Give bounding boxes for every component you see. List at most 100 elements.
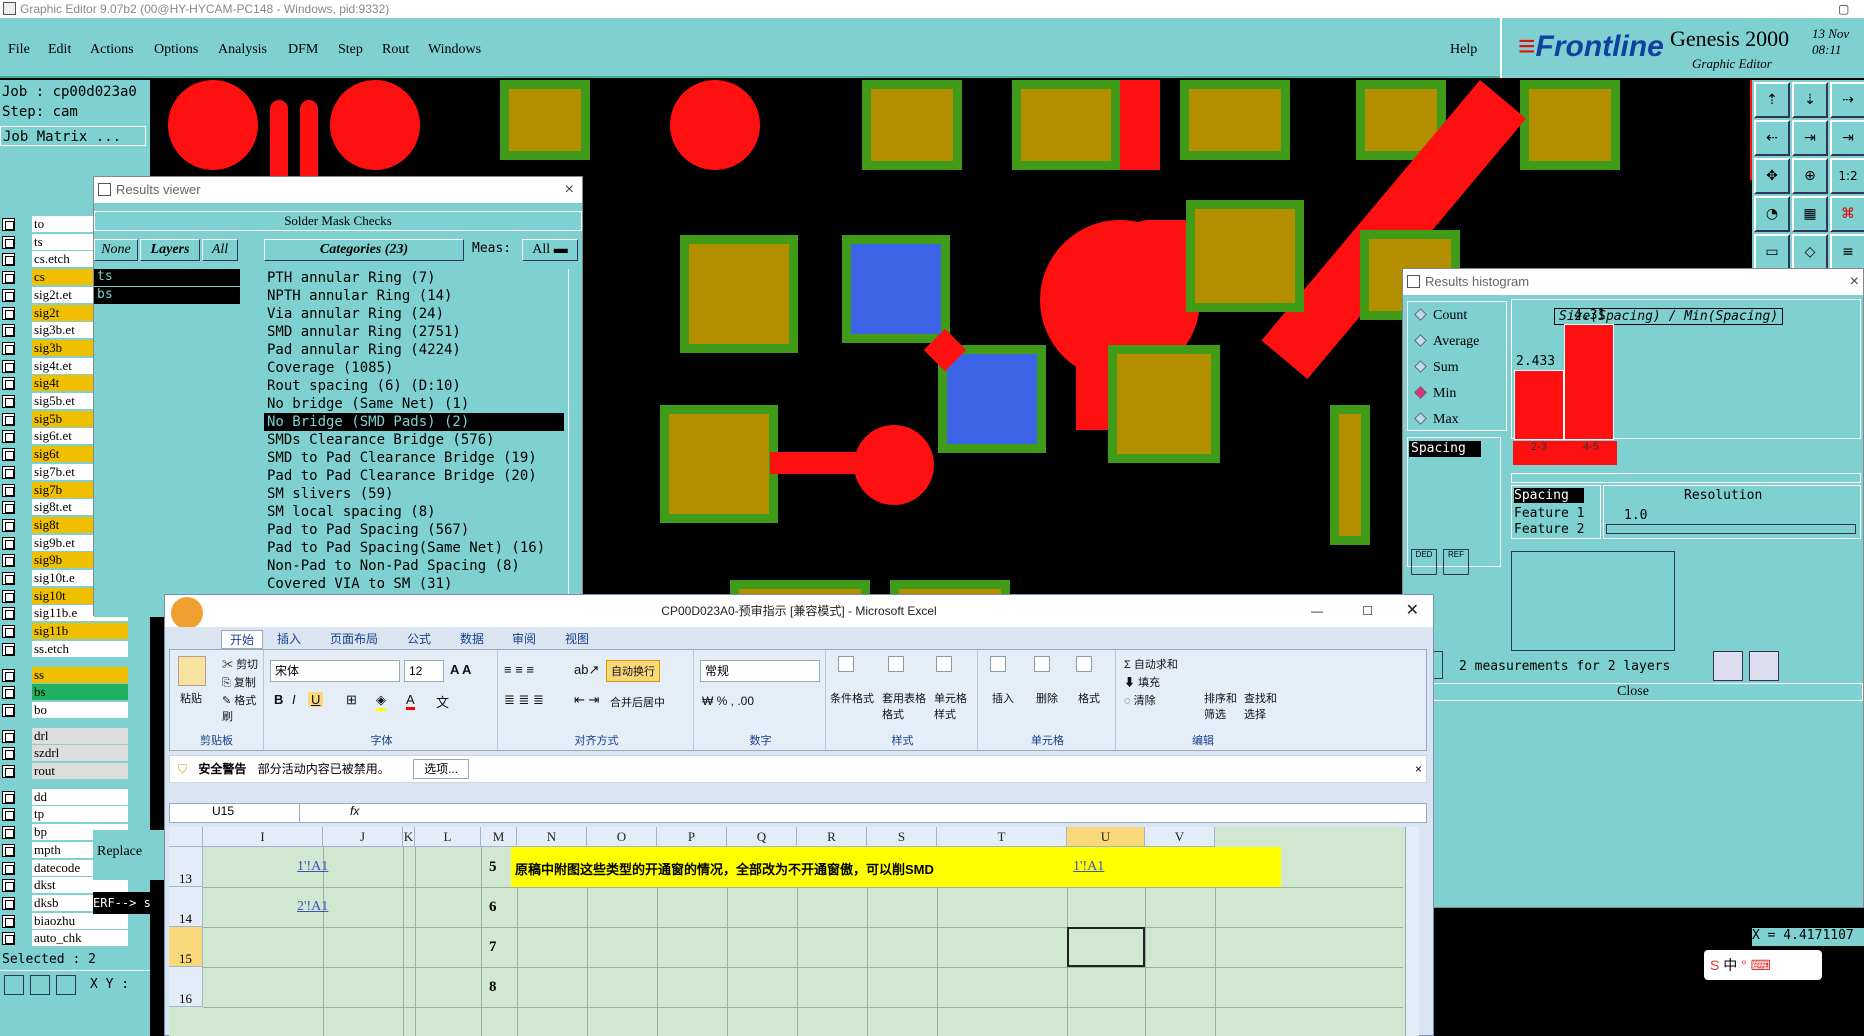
column-header[interactable]: I <box>203 827 323 847</box>
layer-list-item[interactable]: bs <box>94 287 240 304</box>
layer-checkbox[interactable] <box>2 607 15 621</box>
menu-analysis[interactable]: Analysis <box>218 42 267 58</box>
paste-button[interactable]: 粘贴 <box>180 690 202 706</box>
layer-row[interactable]: ss <box>0 666 140 685</box>
column-header[interactable]: R <box>797 827 867 847</box>
layer-checkbox[interactable] <box>2 483 15 497</box>
layer-checkbox[interactable] <box>2 218 15 231</box>
all-button[interactable]: All <box>202 239 238 261</box>
orientation-icon[interactable]: ab↗ <box>574 662 599 678</box>
menu-options[interactable]: Options <box>154 42 198 58</box>
average-radio[interactable]: Average <box>1414 334 1479 350</box>
zoom-icon[interactable]: ⊕ <box>1792 158 1828 194</box>
row-header[interactable]: 16 <box>169 967 203 1007</box>
layer-row[interactable]: ss.etch <box>0 640 140 659</box>
zoom-tool-icon[interactable] <box>4 975 24 995</box>
column-header[interactable]: N <box>517 827 587 847</box>
ime-toolbar[interactable]: S 中 ° ⌨ <box>1704 950 1822 980</box>
layer-checkbox[interactable] <box>2 703 15 717</box>
layer-row[interactable]: bo <box>0 701 140 720</box>
layer-checkbox[interactable] <box>2 686 15 700</box>
report-icon[interactable] <box>1713 651 1743 681</box>
border-icon[interactable]: ⊞ <box>346 692 357 708</box>
pan-down-icon[interactable]: ⇣ <box>1792 82 1828 118</box>
close-icon[interactable]: × <box>1415 756 1422 782</box>
layer-checkbox[interactable] <box>2 448 15 462</box>
layer-checkbox[interactable] <box>2 501 15 515</box>
layer-checkbox[interactable] <box>2 879 15 893</box>
close-icon[interactable]: × <box>1850 269 1859 295</box>
row-header[interactable]: 14 <box>169 887 203 927</box>
category-item[interactable]: Pad annular Ring (4224) <box>264 341 564 359</box>
histogram-scrollbar[interactable] <box>1511 473 1861 483</box>
insert-cells-icon[interactable] <box>990 656 1006 672</box>
row-header[interactable]: 15 <box>169 927 203 967</box>
layer-row[interactable]: sig11b <box>0 622 140 641</box>
layer-name[interactable]: biaozhu <box>32 912 128 929</box>
measure-icon[interactable]: ◔ <box>1754 196 1790 232</box>
hyperlink-cell[interactable]: 1'!A1 <box>1073 859 1104 875</box>
tab-home[interactable]: 开始 <box>221 630 264 649</box>
format-cells-button[interactable]: 格式 <box>1078 690 1100 706</box>
cell-style-icon[interactable] <box>936 656 952 672</box>
delete-cells-button[interactable]: 删除 <box>1036 690 1058 706</box>
align-left-icon[interactable]: ≣ ≣ ≣ <box>504 692 544 708</box>
category-item[interactable]: Pad to Pad Spacing (567) <box>264 521 564 539</box>
layer-name[interactable]: bo <box>32 701 128 718</box>
format-painter-button[interactable]: ✎ 格式刷 <box>222 692 263 724</box>
indent-icon[interactable]: ⇤ ⇥ <box>574 692 599 708</box>
menu-actions[interactable]: Actions <box>90 42 134 58</box>
ref-icon[interactable]: REF <box>1443 549 1469 575</box>
category-item[interactable]: Covered VIA to SM (31) <box>264 575 564 593</box>
layer-name[interactable]: dd <box>32 788 128 805</box>
note-cell[interactable]: 原稿中附图这些类型的开通窗的情况，全部改为不开通窗傲，可以削SMD <box>515 859 934 878</box>
category-item[interactable]: Pad to Pad Clearance Bridge (20) <box>264 467 564 485</box>
layer-checkbox[interactable] <box>2 395 15 408</box>
column-header[interactable]: U <box>1067 827 1145 847</box>
clear-button[interactable]: ◌ 清除 <box>1124 692 1156 708</box>
layer-name[interactable]: auto_chk <box>32 930 128 947</box>
column-header[interactable]: V <box>1145 827 1215 847</box>
grow-font-icon[interactable]: A A <box>450 662 471 677</box>
menu-edit[interactable]: Edit <box>48 42 71 58</box>
categories-button[interactable]: Categories (23) <box>264 239 464 261</box>
tab-review[interactable]: 审阅 <box>512 630 536 647</box>
format-cells-icon[interactable] <box>1076 656 1092 672</box>
font-color-icon[interactable]: A <box>406 692 415 710</box>
layer-name[interactable]: rout <box>32 763 128 779</box>
tool-icon[interactable]: ◇ <box>1792 234 1828 270</box>
max-radio[interactable]: Max <box>1414 412 1459 428</box>
menu-rout[interactable]: Rout <box>382 42 409 58</box>
layer-name[interactable]: bs <box>32 684 128 701</box>
sum-radio[interactable]: Sum <box>1414 360 1459 376</box>
italic-icon[interactable]: I <box>292 692 296 707</box>
close-button[interactable]: Close <box>1403 683 1863 701</box>
table-format-icon[interactable] <box>888 656 904 672</box>
zoom-fit-icon[interactable]: ✥ <box>1754 158 1790 194</box>
copy-button[interactable]: ⎘ 复制 <box>222 674 256 690</box>
layer-checkbox[interactable] <box>2 235 15 249</box>
layer-checkbox[interactable] <box>2 554 15 568</box>
column-header[interactable]: S <box>867 827 937 847</box>
close-icon[interactable]: ✕ <box>1406 595 1419 627</box>
layer-checkbox[interactable] <box>2 861 15 875</box>
select-all[interactable] <box>169 827 203 847</box>
layer-row[interactable]: rout <box>0 762 140 781</box>
layer-checkbox[interactable] <box>2 430 15 444</box>
none-button[interactable]: None <box>94 239 138 261</box>
zoom-1-2-icon[interactable]: 1:2 <box>1830 158 1864 194</box>
active-cell[interactable] <box>1067 927 1145 967</box>
spreadsheet-grid[interactable]: IJKLMNOPQRSTUV 13 14 15 16 1'!A1 2'!A1 5… <box>169 827 1419 1036</box>
column-header[interactable]: Q <box>727 827 797 847</box>
row-header[interactable]: 13 <box>169 847 203 887</box>
category-item[interactable]: SMD to Pad Clearance Bridge (19) <box>264 449 564 467</box>
number-format-icons[interactable]: ₩ % , .00 <box>702 694 754 708</box>
layer-checkbox[interactable] <box>2 536 15 550</box>
office-button[interactable] <box>171 597 203 629</box>
conditional-format-icon[interactable] <box>838 656 854 672</box>
tool-icon[interactable]: ▭ <box>1754 234 1790 270</box>
layer-checkbox[interactable] <box>2 896 15 910</box>
fill-color-icon[interactable]: ◈ <box>376 692 386 711</box>
underline-icon[interactable]: U <box>308 692 324 707</box>
wrap-text-button[interactable]: 自动换行 <box>606 660 660 682</box>
